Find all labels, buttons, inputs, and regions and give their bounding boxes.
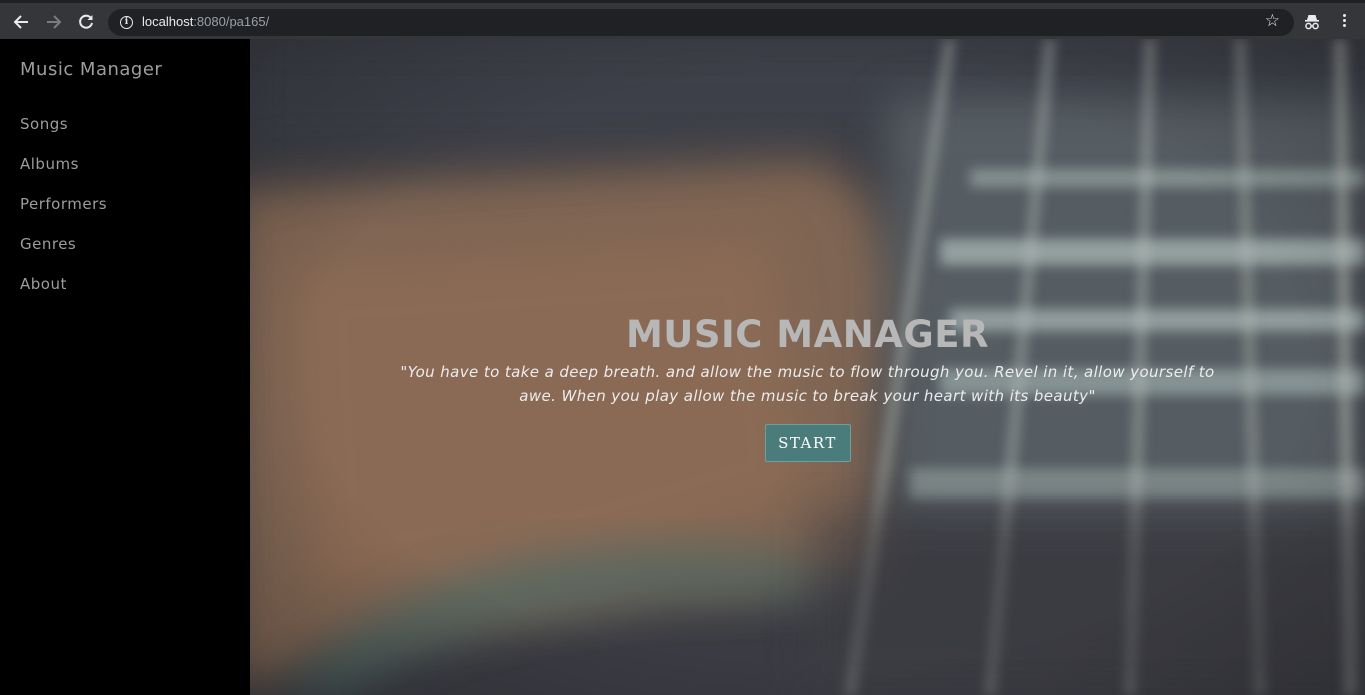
sidebar: Music Manager Songs Albums Performers Ge… — [0, 39, 250, 695]
sidebar-item-performers[interactable]: Performers — [20, 195, 107, 213]
incognito-icon[interactable] — [1302, 12, 1322, 32]
menu-icon[interactable] — [1337, 12, 1351, 32]
brand-link[interactable]: Music Manager — [20, 59, 162, 80]
start-button[interactable]: START — [764, 424, 851, 462]
forward-arrow-icon[interactable] — [43, 11, 65, 33]
hero-section: MUSIC MANAGER "You have to take a deep b… — [250, 39, 1365, 695]
hero-title: MUSIC MANAGER — [625, 313, 989, 356]
sidebar-item-about[interactable]: About — [20, 275, 67, 293]
back-arrow-icon[interactable] — [10, 11, 32, 33]
star-icon[interactable]: ☆ — [1265, 11, 1280, 31]
sidebar-item-songs[interactable]: Songs — [20, 115, 68, 133]
browser-toolbar: i localhost:8080/pa165/ ☆ — [0, 0, 1365, 39]
info-icon[interactable]: i — [120, 16, 133, 29]
hero-quote: "You have to take a deep breath. and all… — [400, 363, 1215, 405]
page: Music Manager Songs Albums Performers Ge… — [0, 39, 1365, 695]
sidebar-item-genres[interactable]: Genres — [20, 235, 76, 253]
hero-content: MUSIC MANAGER "You have to take a deep b… — [250, 311, 1365, 462]
address-bar[interactable]: i localhost:8080/pa165/ ☆ — [108, 9, 1294, 36]
sidebar-item-albums[interactable]: Albums — [20, 155, 79, 173]
url-text[interactable]: localhost:8080/pa165/ — [142, 14, 269, 29]
reload-icon[interactable] — [75, 11, 97, 33]
